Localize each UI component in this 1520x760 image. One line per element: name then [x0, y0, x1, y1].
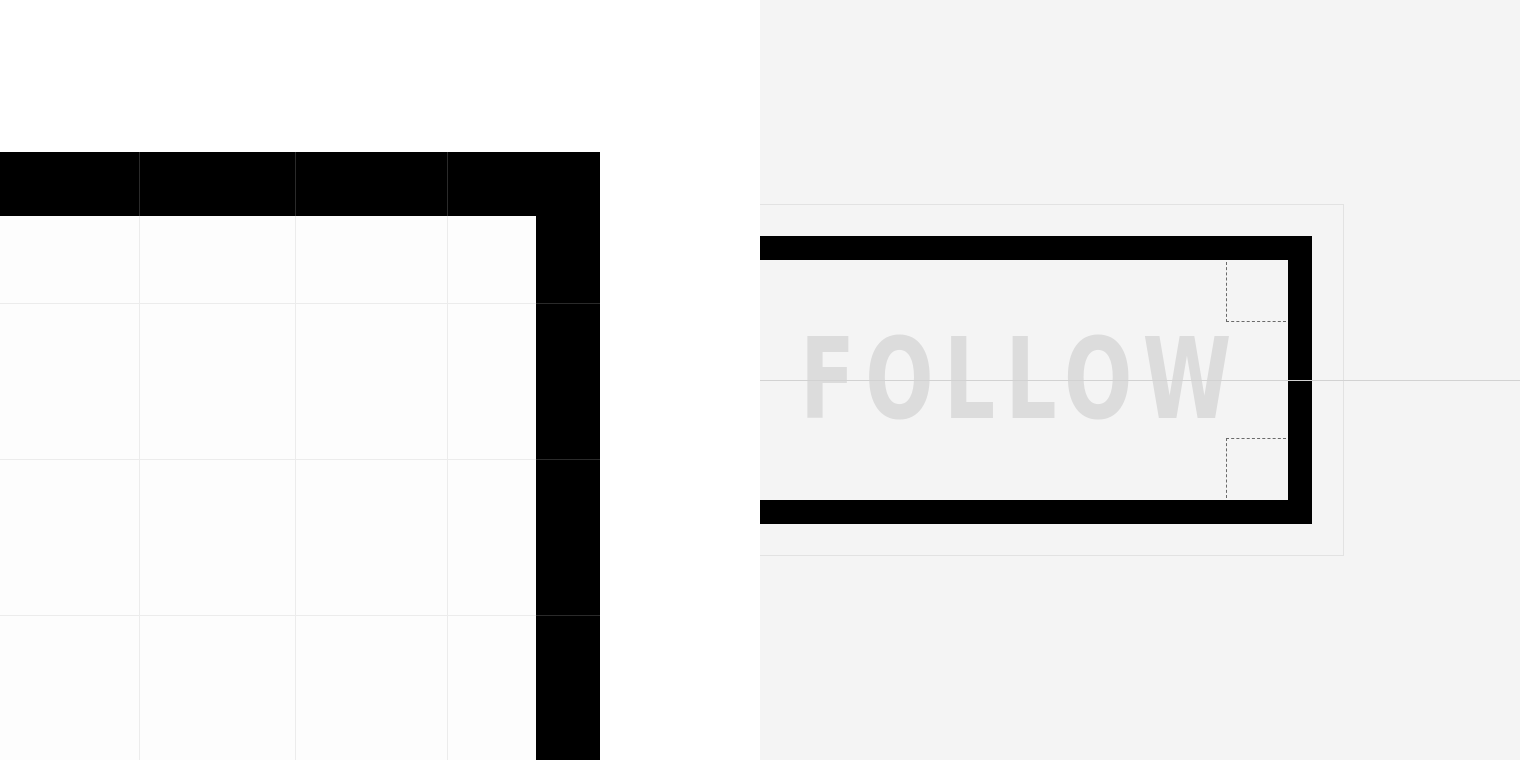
grid-line: [0, 303, 600, 304]
frame-seam: [295, 152, 296, 216]
grid-line: [0, 615, 600, 616]
grid-line: [295, 152, 296, 760]
grid-line: [139, 152, 140, 760]
grid-line: [0, 459, 600, 460]
grid-detail-panel: [0, 0, 760, 760]
pixel-grid: [0, 152, 600, 760]
center-guide-line: [760, 380, 1520, 381]
button-spec-panel: FOLLOW: [760, 0, 1520, 760]
frame-seam: [447, 152, 448, 216]
canvas: FOLLOW: [0, 0, 1520, 760]
frame-right-edge: [536, 152, 600, 760]
grid-line: [447, 152, 448, 760]
frame-top-edge: [0, 152, 600, 216]
corner-marker-bottom: [1226, 438, 1286, 498]
frame-seam: [536, 615, 600, 616]
frame-seam: [536, 459, 600, 460]
corner-marker-top: [1226, 262, 1286, 322]
frame-seam: [139, 152, 140, 216]
frame-seam: [536, 303, 600, 304]
